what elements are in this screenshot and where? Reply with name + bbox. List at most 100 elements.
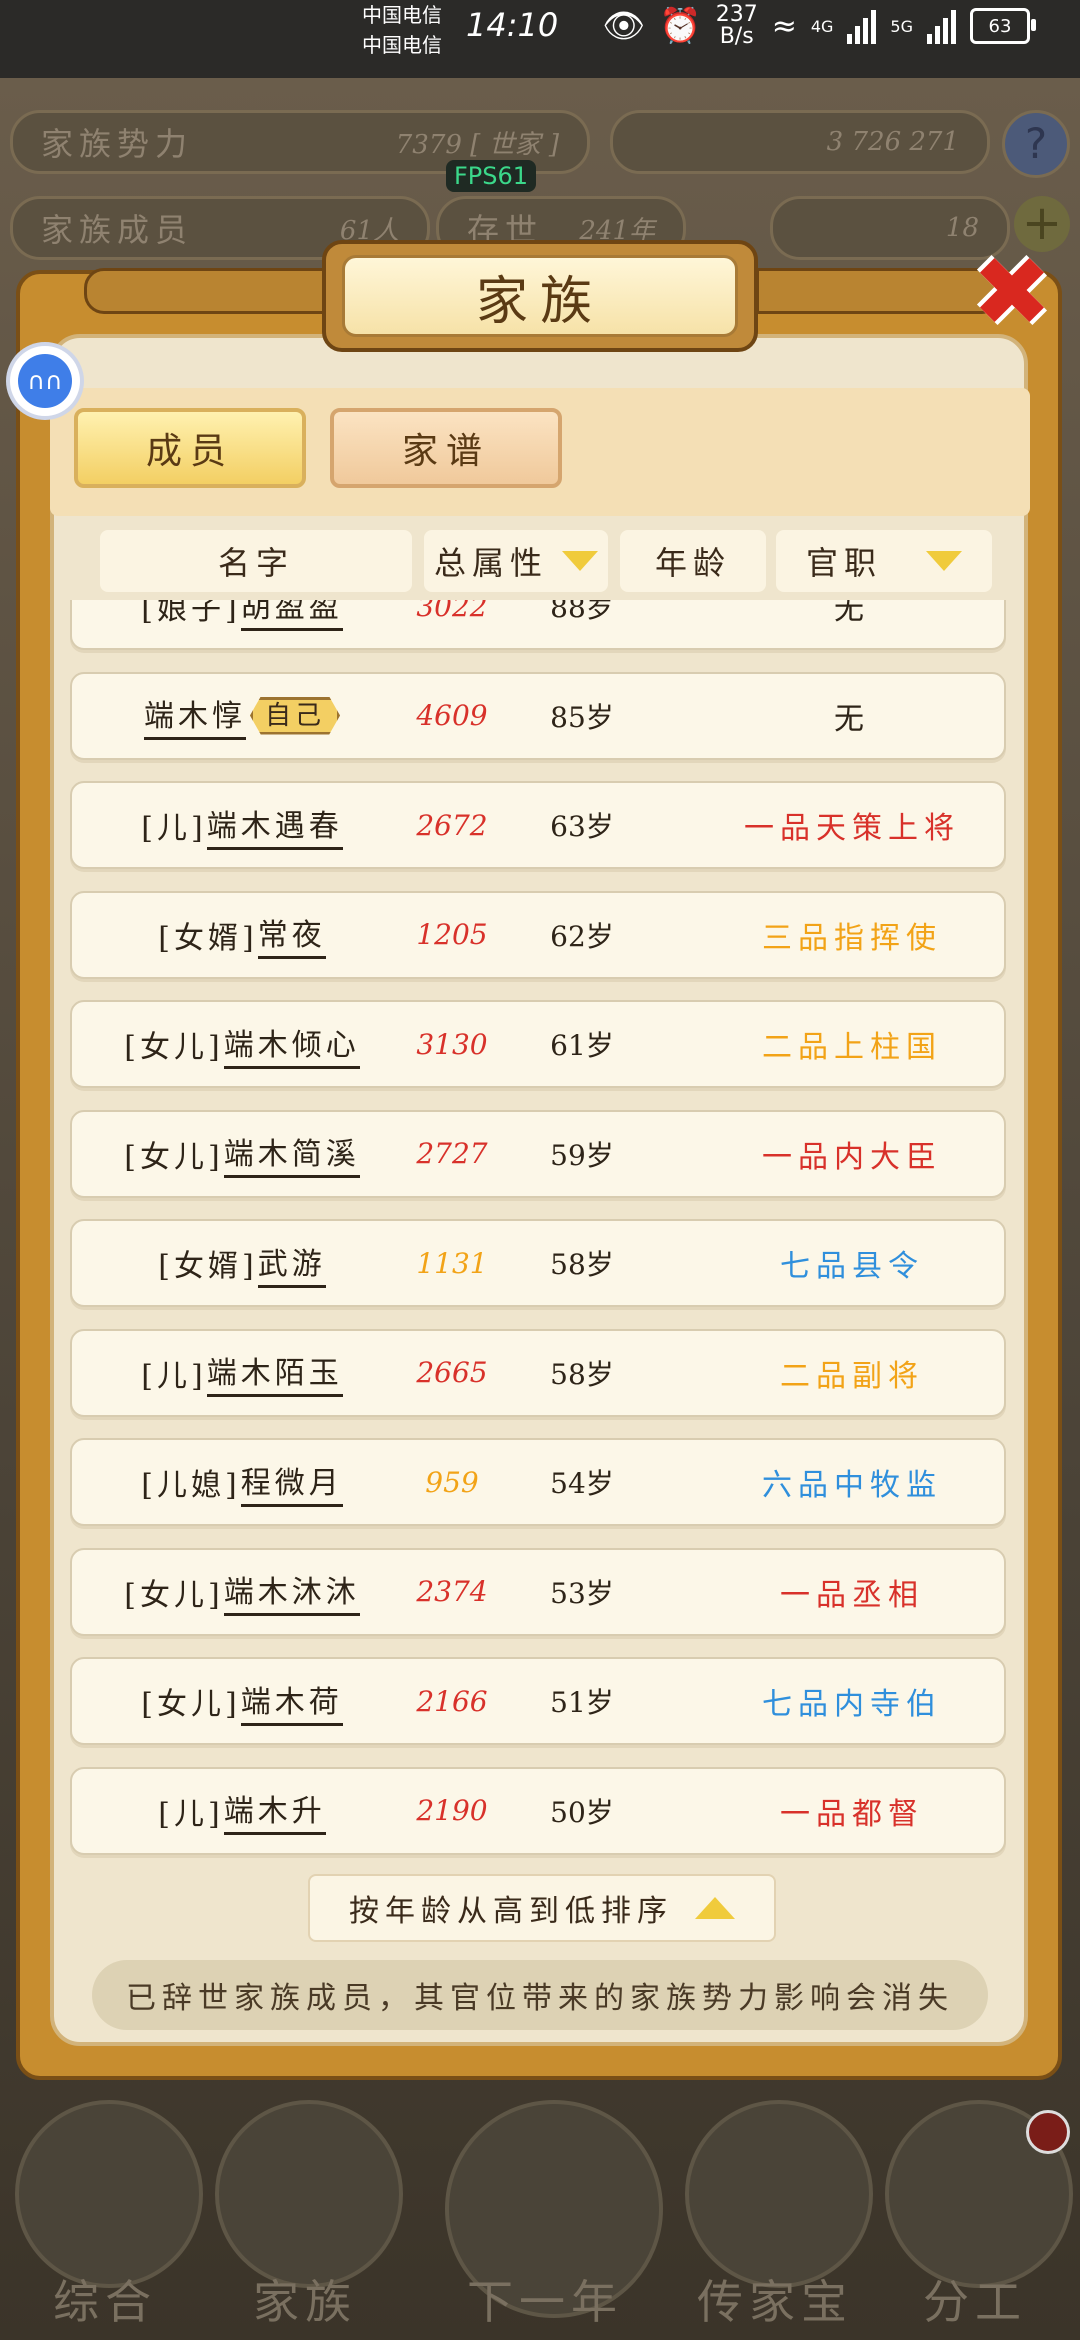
member-age: 63岁 [550,810,614,843]
member-relation: [女儿] [124,1139,224,1175]
battery-icon: 63 [970,8,1036,44]
member-office: 二品上柱国 [762,1030,942,1065]
sort-button[interactable]: 按年龄从高到低排序 [308,1874,776,1942]
member-name[interactable]: 常夜 [257,910,326,959]
member-office: 七品县令 [780,1249,924,1284]
member-relation: [娘子] [141,600,241,627]
carrier-1: 中国电信 [362,3,442,27]
column-header-name: 名字 [100,530,412,592]
column-header-office[interactable]: 官职 [776,530,992,592]
member-name-cell: [儿] 端木陌玉 [72,1331,412,1415]
face-icon: ∩∩ [18,354,72,408]
clock: 14:10 [466,6,559,44]
member-name-cell: [儿] 端木遇春 [72,783,412,867]
member-name[interactable]: 端木惇 [143,691,246,740]
member-office: 一品都督 [780,1796,924,1832]
status-bar: 中国电信 中国电信 14:10 👁 ⏰ 237 B/s ≈ 4G 5G 63 [0,0,1080,78]
member-name[interactable]: 胡盈盈 [240,600,343,631]
member-name[interactable]: 端木荷 [240,1677,343,1726]
member-relation: [儿] [141,811,207,846]
column-office-label: 官职 [805,544,882,582]
member-name[interactable]: 端木遇春 [206,801,343,850]
member-name-cell: [女婿] 武游 [72,1221,412,1305]
filter-down-icon [926,551,962,571]
member-age: 50岁 [550,1795,614,1829]
member-name[interactable]: 端木倾心 [223,1020,360,1069]
fps-counter: FPS61 [446,160,537,192]
resource-values: 3 726 271 [826,127,959,157]
member-row[interactable]: [女儿] 端木沐沐 2374 53岁 一品丞相 [70,1547,1006,1636]
member-total-attr: 1131 [416,1246,488,1280]
member-age: 58岁 [550,1357,614,1391]
nav-next-year[interactable]: 下一年 [430,2080,663,2340]
column-name-label: 名字 [217,544,294,582]
member-office: 七品内寺伯 [762,1687,942,1722]
resource-bar: 3 726 271 [610,110,990,174]
nav-general[interactable]: 综合 [0,2080,210,2340]
member-office: 无 [834,600,870,627]
close-icon[interactable]: ✖ [962,244,1062,344]
nav-heirloom[interactable]: 传家宝 [670,2080,880,2340]
nav-label-heirloom: 传家宝 [697,2275,853,2329]
member-row[interactable]: [女婿] 常夜 1205 62岁 三品指挥使 [70,890,1006,979]
member-row[interactable]: [女婿] 武游 1131 58岁 七品县令 [70,1219,1006,1307]
info-note: 已辞世家族成员，其官位带来的家族势力影响会消失 [92,1960,988,2030]
member-office: 六品中牧监 [762,1468,942,1503]
tab-genealogy[interactable]: 家谱 [330,408,562,488]
member-name-cell: [女儿] 端木荷 [72,1659,412,1743]
member-office: 二品副将 [780,1358,924,1394]
signal-icon-2 [927,8,956,44]
carrier-info: 中国电信 中国电信 [362,0,442,60]
bottom-nav: 综合 家族 下一年 传家宝 分工 [0,2060,1080,2340]
title-ribbon-left [84,268,330,314]
member-row[interactable]: [儿媳] 程微月 959 54岁 六品中牧监 [70,1438,1006,1526]
member-row[interactable]: [儿] 端木陌玉 2665 58岁 二品副将 [70,1328,1006,1417]
battery-level: 63 [988,15,1012,37]
member-row[interactable]: [女儿] 端木简溪 2727 59岁 一品内大臣 [70,1109,1006,1198]
member-name[interactable]: 端木升 [223,1786,326,1835]
member-list[interactable]: [娘子] 胡盈盈 3022 88岁无端木惇 自己 4609 85岁无 [儿] 端木遇春 2672 6… [66,600,1010,1860]
member-name[interactable]: 端木沐沐 [223,1567,360,1616]
member-office: 三品指挥使 [762,920,942,956]
self-badge: 自己 [249,696,340,735]
member-row[interactable]: [女儿] 端木荷 2166 51岁 七品内寺伯 [70,1657,1006,1745]
member-total-attr: 3130 [416,1027,488,1061]
tab-members[interactable]: 成员 [74,408,306,488]
member-total-attr: 959 [425,1465,479,1499]
nav-division[interactable]: 分工 [870,2080,1080,2340]
member-total-attr: 2665 [416,1356,488,1389]
member-name-cell: [儿] 端木升 [72,1769,412,1853]
member-row[interactable]: 端木惇 自己 4609 85岁无 [70,671,1006,760]
assistant-float-button[interactable]: ∩∩ [10,346,80,416]
member-relation: [儿] [158,1796,224,1832]
dialog-title-plaque: 家族 [322,240,758,352]
member-name[interactable]: 武游 [257,1239,326,1288]
member-name-cell: [女儿] 端木简溪 [72,1112,412,1196]
member-name[interactable]: 端木陌玉 [206,1348,343,1397]
member-total-attr: 2190 [416,1794,488,1827]
member-name-cell: [娘子] 胡盈盈 [72,600,412,648]
speed-value: 237 [715,2,758,27]
member-row[interactable]: [女儿] 端木倾心 3130 61岁 二品上柱国 [70,1000,1006,1088]
clan-members-label: 家族成员 [41,211,194,249]
member-name[interactable]: 端木简溪 [223,1129,360,1178]
member-age: 62岁 [550,919,614,953]
member-row[interactable]: [娘子] 胡盈盈 3022 88岁无 [70,600,1006,650]
member-age: 61岁 [550,1029,614,1062]
column-attr-label: 总属性 [433,544,548,582]
member-relation: [儿] [141,1358,207,1394]
member-total-attr: 2672 [416,808,488,842]
column-header-attr[interactable]: 总属性 [424,530,608,592]
member-total-attr: 2374 [416,1575,488,1608]
member-age: 58岁 [550,1248,614,1281]
help-icon[interactable]: ? [1002,110,1070,178]
alarm-icon: ⏰ [659,6,702,46]
member-total-attr: 3022 [416,600,488,623]
member-name[interactable]: 程微月 [240,1458,343,1507]
member-office: 一品天策上将 [744,811,960,846]
sort-label: 按年龄从高到低排序 [349,1894,673,1929]
carrier-2: 中国电信 [362,33,442,57]
member-row[interactable]: [儿] 端木升 2190 50岁 一品都督 [70,1766,1006,1855]
nav-clan[interactable]: 家族 [200,2080,410,2340]
member-row[interactable]: [儿] 端木遇春 2672 63岁 一品天策上将 [70,781,1006,869]
